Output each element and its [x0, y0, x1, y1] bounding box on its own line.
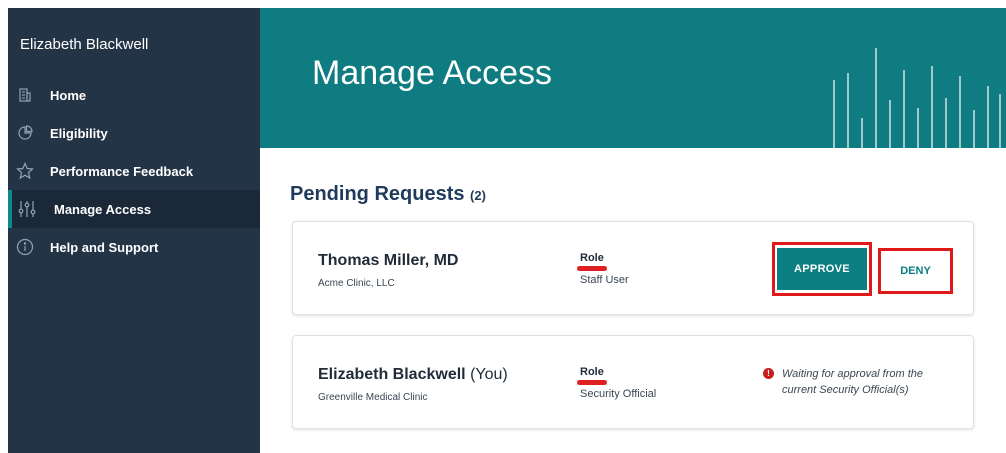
- sidebar-item-label: Help and Support: [50, 239, 159, 255]
- page-title: Manage Access: [312, 54, 553, 92]
- approve-button[interactable]: APPROVE: [777, 248, 867, 290]
- main-content: Manage Access Pending Requests (2) Thoma…: [260, 8, 1006, 453]
- sidebar-item-help-and-support[interactable]: Help and Support: [8, 228, 260, 266]
- sidebar-item-eligibility[interactable]: Eligibility: [8, 114, 260, 152]
- requester-name-text: Elizabeth Blackwell: [318, 366, 466, 383]
- role-label: Role: [580, 252, 604, 264]
- request-card: Elizabeth Blackwell (You) Greenville Med…: [292, 335, 974, 429]
- waiting-status: ! Waiting for approval from the current …: [763, 366, 963, 398]
- sidebar: Elizabeth Blackwell Home Eligibility Per…: [8, 8, 260, 453]
- pending-requests-count: (2): [470, 188, 486, 203]
- pie-chart-icon: [16, 124, 34, 142]
- pending-requests-title: Pending Requests: [290, 183, 465, 205]
- banner-decoration: [833, 48, 1001, 148]
- role-value: Security Official: [580, 388, 657, 400]
- sidebar-item-home[interactable]: Home: [8, 76, 260, 114]
- app-frame: Elizabeth Blackwell Home Eligibility Per…: [8, 8, 1006, 453]
- sidebar-item-manage-access[interactable]: Manage Access: [8, 190, 260, 228]
- role-value: Staff User: [580, 274, 629, 286]
- deny-button[interactable]: DENY: [883, 253, 948, 289]
- role-label: Role: [580, 366, 604, 378]
- sidebar-nav: Home Eligibility Performance Feedback Ma…: [8, 76, 260, 266]
- waiting-status-text: Waiting for approval from the current Se…: [782, 368, 924, 396]
- sliders-icon: [18, 200, 36, 218]
- sidebar-item-performance-feedback[interactable]: Performance Feedback: [8, 152, 260, 190]
- role-highlight-mark: [577, 380, 607, 385]
- building-icon: [16, 86, 34, 104]
- sidebar-user-name: Elizabeth Blackwell: [20, 36, 149, 53]
- requester-name-suffix: (You): [470, 366, 508, 383]
- page-banner: Manage Access: [260, 8, 1006, 148]
- requester-name: Thomas Miller, MD: [318, 252, 459, 269]
- pending-requests-heading: Pending Requests (2): [290, 183, 486, 206]
- sidebar-item-label: Eligibility: [50, 125, 108, 141]
- requester-organization: Acme Clinic, LLC: [318, 278, 395, 289]
- alert-icon: !: [763, 368, 774, 379]
- role-highlight-mark: [577, 266, 607, 271]
- info-icon: [16, 238, 34, 256]
- sidebar-item-label: Home: [50, 87, 87, 103]
- requester-organization: Greenville Medical Clinic: [318, 392, 428, 403]
- sidebar-item-label: Performance Feedback: [50, 163, 194, 179]
- requester-name: Elizabeth Blackwell (You): [318, 366, 508, 384]
- sidebar-item-label: Manage Access: [54, 201, 152, 217]
- request-card: Thomas Miller, MD Acme Clinic, LLC Role …: [292, 221, 974, 315]
- star-icon: [16, 162, 34, 180]
